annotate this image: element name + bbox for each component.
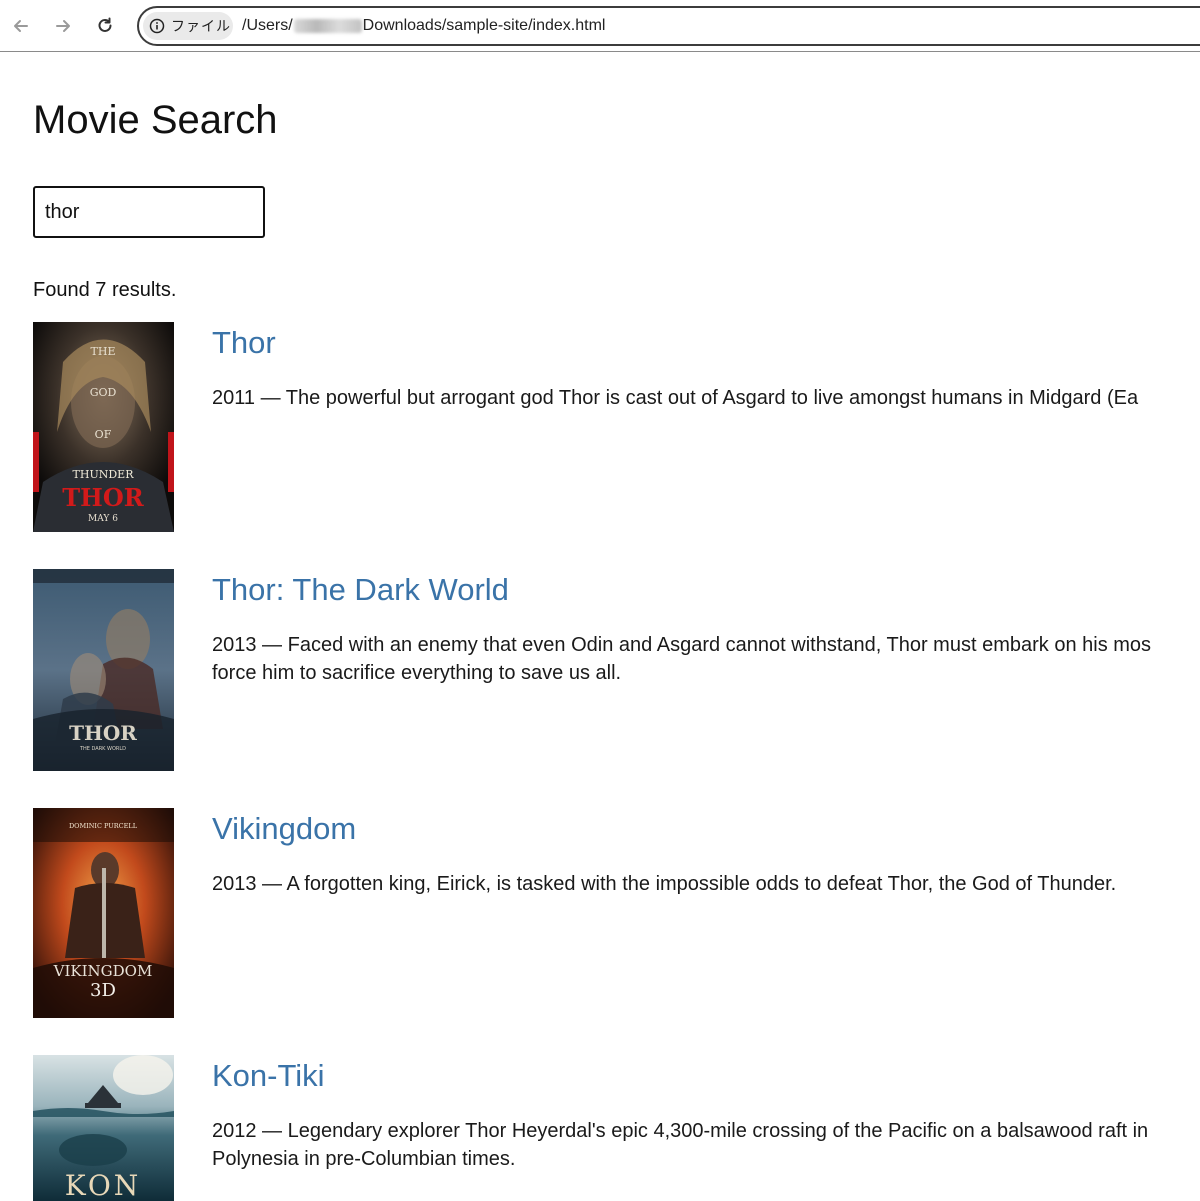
poster-text: 3D: [90, 980, 116, 1001]
description-line: 2011 — The powerful but arrogant god Tho…: [212, 387, 1139, 409]
result-item: THOR THE DARK WORLD Thor: The Dark World…: [33, 569, 1200, 789]
forward-button[interactable]: [49, 12, 77, 40]
address-bar[interactable]: ファイル /Users/Downloads/sample-site/index.…: [137, 6, 1200, 46]
site-info-chip[interactable]: ファイル: [143, 12, 233, 40]
result-title-link[interactable]: Thor: [212, 324, 276, 361]
result-description: 2013 — Faced with an enemy that even Odi…: [212, 631, 1200, 687]
info-icon: [149, 18, 165, 34]
description-line: 2013 — Faced with an enemy that even Odi…: [212, 634, 1152, 656]
description-line: Polynesia in pre-Columbian times.: [212, 1148, 516, 1170]
results-count: Found 7 results.: [33, 279, 177, 301]
result-description: 2011 — The powerful but arrogant god Tho…: [212, 384, 1200, 412]
result-description: 2012 — Legendary explorer Thor Heyerdal'…: [212, 1117, 1200, 1173]
poster-text: THUNDER: [73, 468, 135, 481]
poster-text: MAY 6: [88, 514, 118, 524]
result-title-link[interactable]: Vikingdom: [212, 810, 356, 847]
url-text: /Users/Downloads/sample-site/index.html: [242, 17, 605, 35]
movie-poster[interactable]: THOR THE DARK WORLD: [33, 569, 174, 771]
poster-text: THE: [91, 345, 116, 358]
poster-text: THOR: [62, 483, 144, 512]
description-line: 2012 — Legendary explorer Thor Heyerdal'…: [212, 1120, 1149, 1142]
poster-text: KON: [65, 1169, 142, 1201]
description-line: force him to sacrifice everything to sav…: [212, 662, 622, 684]
poster-text: OF: [95, 428, 112, 441]
back-button[interactable]: [7, 12, 35, 40]
movie-poster[interactable]: KON: [33, 1055, 174, 1201]
poster-text: VIKINGDOM: [53, 962, 153, 980]
url-suffix: Downloads/sample-site/index.html: [362, 17, 606, 34]
poster-text: GOD: [90, 386, 117, 399]
poster-text: THE DARK WORLD: [79, 746, 126, 752]
result-description: 2013 — A forgotten king, Eirick, is task…: [212, 870, 1200, 898]
reload-icon: [98, 17, 112, 32]
result-title-link[interactable]: Thor: The Dark World: [212, 571, 509, 608]
movie-poster[interactable]: DOMINIC PURCELL VIKINGDOM 3D: [33, 808, 174, 1018]
result-item: KON Kon-Tiki 2012 — Legendary explorer T…: [33, 1055, 1200, 1201]
site-info-label: ファイル: [171, 18, 231, 34]
poster-text: THOR: [69, 721, 137, 745]
arrow-right-icon: [56, 20, 70, 32]
page-title: Movie Search: [33, 98, 278, 142]
search-input[interactable]: [33, 186, 265, 238]
description-line: 2013 — A forgotten king, Eirick, is task…: [212, 873, 1117, 895]
result-item: DOMINIC PURCELL VIKINGDOM 3D Vikingdom 2…: [33, 808, 1200, 1028]
result-item: THE GOD OF THUNDER THOR MAY 6 Thor 2011 …: [33, 322, 1200, 542]
movie-poster[interactable]: THE GOD OF THUNDER THOR MAY 6: [33, 322, 174, 532]
result-title-link[interactable]: Kon-Tiki: [212, 1057, 325, 1094]
reload-button[interactable]: [91, 12, 119, 40]
redacted-username: [293, 19, 362, 33]
arrow-left-icon: [14, 20, 28, 32]
browser-toolbar: ファイル /Users/Downloads/sample-site/index.…: [0, 0, 1200, 52]
poster-text: DOMINIC PURCELL: [69, 822, 138, 830]
url-prefix: /Users/: [242, 17, 293, 34]
